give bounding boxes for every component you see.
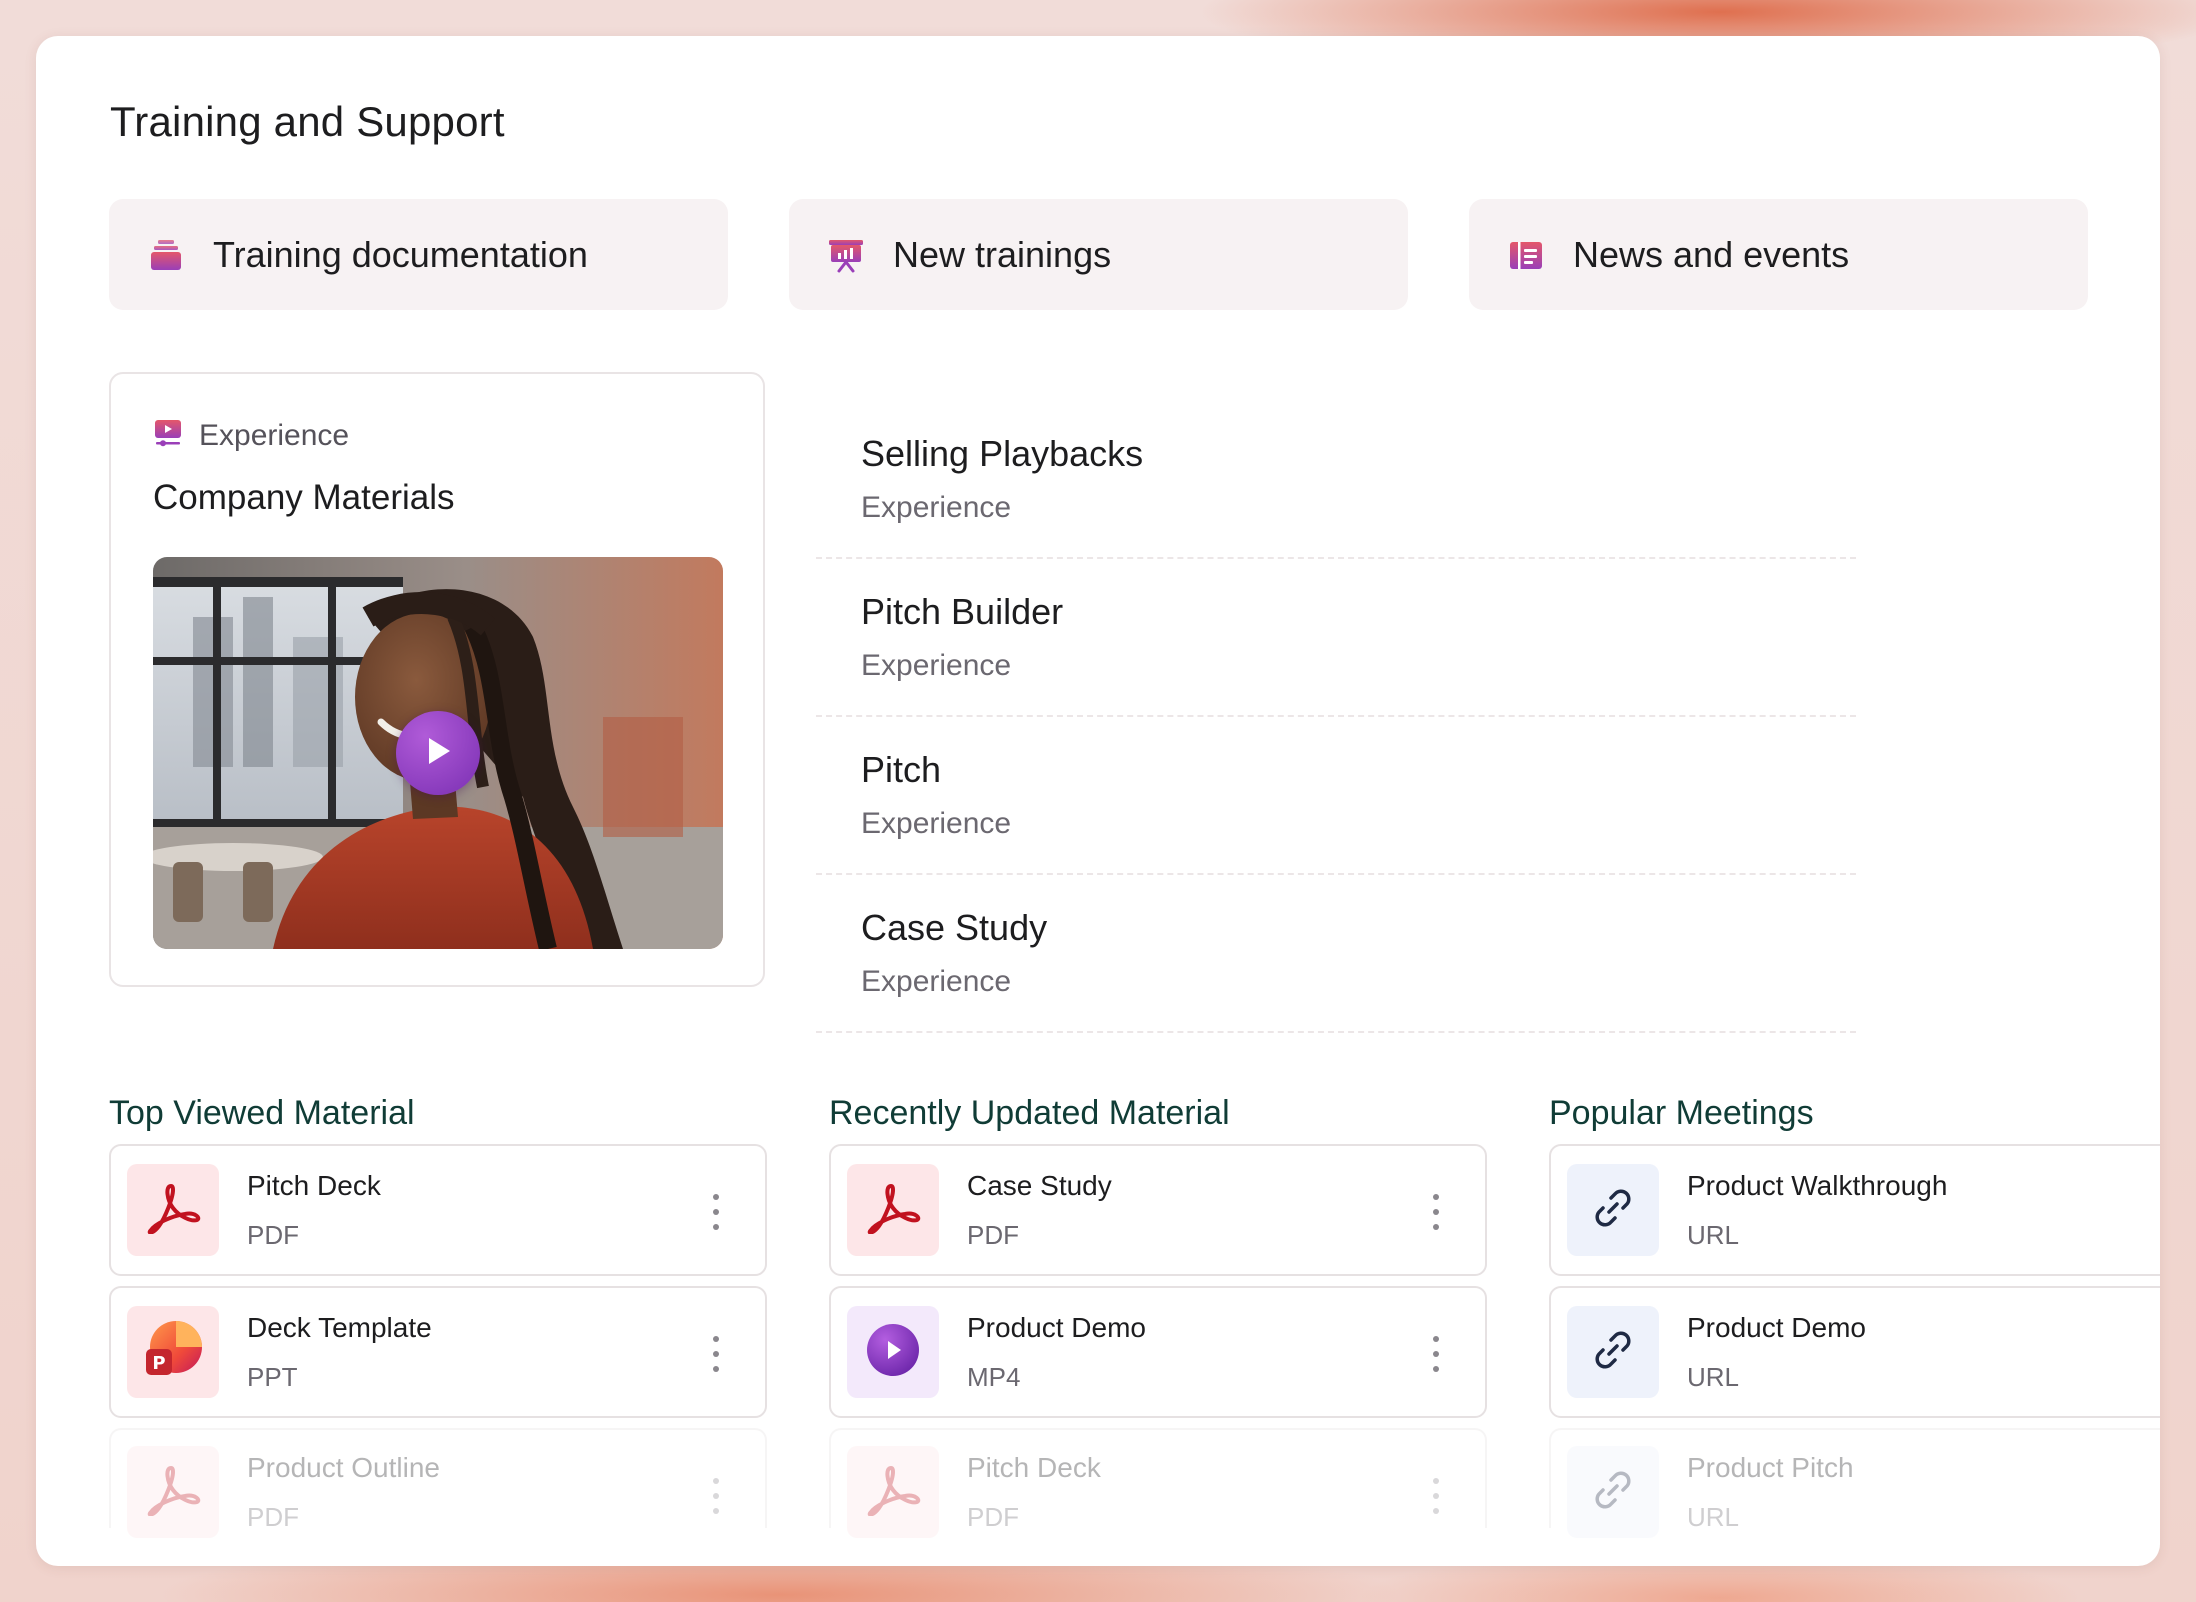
presentation-icon	[827, 236, 865, 274]
experience-item-subtitle: Experience	[861, 965, 1012, 998]
material-type: MP4	[967, 1361, 1021, 1392]
material-name: Case Study	[967, 1169, 1112, 1201]
experience-item-title: Pitch	[861, 749, 942, 790]
material-type: PDF	[967, 1219, 1019, 1250]
experience-list: Selling Playbacks Experience Pitch Build…	[816, 401, 1856, 1033]
meeting-type: URL	[1687, 1219, 1740, 1250]
svg-text:P: P	[152, 1353, 165, 1374]
pdf-file-thumbnail	[847, 1446, 939, 1538]
page-title: Training and Support	[110, 98, 505, 145]
material-item[interactable]: Product Outline PDF	[109, 1428, 767, 1538]
video-presentation-icon	[153, 418, 183, 453]
video-thumbnail[interactable]	[153, 557, 723, 949]
link-icon	[1591, 1186, 1635, 1235]
play-icon	[423, 735, 453, 772]
more-options-icon[interactable]	[711, 1336, 721, 1372]
pdf-file-thumbnail	[847, 1164, 939, 1256]
more-options-icon[interactable]	[1431, 1194, 1441, 1230]
mp4-file-thumbnail	[847, 1306, 939, 1398]
url-link-thumbnail	[1567, 1306, 1659, 1398]
experience-item[interactable]: Pitch Experience	[816, 717, 1856, 875]
material-type: PPT	[247, 1361, 298, 1392]
material-item[interactable]: P Deck Template PPT	[109, 1286, 767, 1418]
more-options-icon[interactable]	[1431, 1478, 1441, 1514]
material-item[interactable]: Pitch Deck PDF	[109, 1144, 767, 1276]
pdf-file-thumbnail	[127, 1164, 219, 1256]
link-icon	[1591, 1328, 1635, 1377]
acrobat-pdf-icon	[145, 1182, 201, 1239]
more-options-icon[interactable]	[711, 1478, 721, 1514]
play-button[interactable]	[396, 711, 480, 795]
material-name: Pitch Deck	[247, 1169, 381, 1201]
experience-kicker: Experience	[153, 418, 349, 453]
acrobat-pdf-icon	[865, 1464, 921, 1521]
material-item[interactable]: Product Demo MP4	[829, 1286, 1487, 1418]
meeting-type: URL	[1687, 1502, 1740, 1532]
meeting-name: Product Walkthrough	[1687, 1169, 1948, 1201]
link-icon	[1591, 1468, 1635, 1517]
material-name: Deck Template	[247, 1311, 432, 1343]
material-item[interactable]: Case Study PDF	[829, 1144, 1487, 1276]
quick-link-label: News and events	[1573, 233, 1850, 275]
experience-item[interactable]: Pitch Builder Experience	[816, 559, 1856, 717]
featured-experience-card[interactable]: Experience Company Materials	[109, 372, 765, 987]
acrobat-pdf-icon	[145, 1464, 201, 1521]
quick-link-new-trainings[interactable]: New trainings	[789, 199, 1408, 310]
meeting-name: Product Demo	[1687, 1311, 1866, 1343]
pdf-file-thumbnail	[127, 1446, 219, 1538]
experience-item-subtitle: Experience	[861, 807, 1012, 840]
video-play-icon	[865, 1322, 921, 1383]
experience-item-title: Case Study	[861, 907, 1048, 948]
newspaper-icon	[1507, 236, 1545, 274]
material-type: PDF	[967, 1502, 1019, 1532]
material-item[interactable]: Pitch Deck PDF	[829, 1428, 1487, 1538]
url-link-thumbnail	[1567, 1164, 1659, 1256]
quick-link-label: New trainings	[893, 233, 1112, 275]
acrobat-pdf-icon	[865, 1182, 921, 1239]
experience-item-title: Selling Playbacks	[861, 433, 1144, 474]
ppt-file-thumbnail: P	[127, 1306, 219, 1398]
training-support-panel: Training and Support Training documentat…	[36, 36, 2160, 1566]
experience-item[interactable]: Selling Playbacks Experience	[816, 401, 1856, 559]
featured-card-title: Company Materials	[153, 478, 455, 517]
url-link-thumbnail	[1567, 1446, 1659, 1538]
meeting-type: URL	[1687, 1361, 1740, 1392]
more-options-icon[interactable]	[1431, 1336, 1441, 1372]
quick-link-training-documentation[interactable]: Training documentation	[109, 199, 728, 310]
material-type: PDF	[247, 1219, 299, 1250]
stack-icon	[147, 236, 185, 274]
powerpoint-icon: P	[142, 1319, 204, 1386]
material-name: Product Demo	[967, 1311, 1146, 1343]
material-type: PDF	[247, 1502, 299, 1532]
material-name: Product Outline	[247, 1452, 440, 1483]
experience-item-subtitle: Experience	[861, 649, 1012, 682]
meeting-item[interactable]: Product Walkthrough URL	[1549, 1144, 2160, 1276]
quick-link-news-and-events[interactable]: News and events	[1469, 199, 2088, 310]
experience-item-title: Pitch Builder	[861, 591, 1064, 632]
meeting-item[interactable]: Product Pitch URL	[1549, 1428, 2160, 1538]
meeting-item[interactable]: Product Demo URL	[1549, 1286, 2160, 1418]
section-heading-top-viewed: Top Viewed Material	[109, 1094, 415, 1132]
section-heading-popular-meetings: Popular Meetings	[1549, 1094, 1814, 1132]
section-heading-recently-updated: Recently Updated Material	[829, 1094, 1230, 1132]
meeting-name: Product Pitch	[1687, 1452, 1854, 1483]
material-name: Pitch Deck	[967, 1452, 1101, 1483]
more-options-icon[interactable]	[711, 1194, 721, 1230]
quick-link-label: Training documentation	[213, 233, 588, 275]
experience-item-subtitle: Experience	[861, 491, 1012, 524]
experience-item[interactable]: Case Study Experience	[816, 875, 1856, 1033]
